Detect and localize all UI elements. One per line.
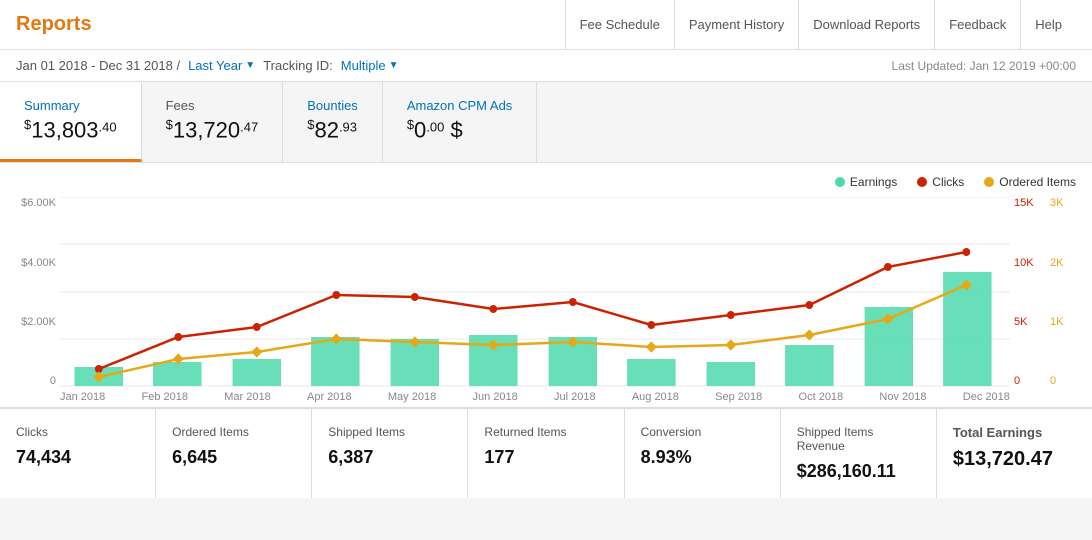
clicks-dot-icon	[917, 177, 927, 187]
stats-footer: Clicks 74,434 Ordered Items 6,645 Shippe…	[0, 408, 1092, 498]
stat-conversion-value: 8.93%	[641, 447, 764, 468]
tracking-arrow-icon: ▼	[389, 60, 399, 71]
stat-shipped-revenue-value: $286,160.11	[797, 461, 920, 482]
legend-clicks-label: Clicks	[932, 175, 964, 189]
y-right-1k: 1K	[1050, 316, 1076, 328]
x-mar: Mar 2018	[224, 391, 270, 403]
y-left-2k: $2.00K	[16, 316, 56, 328]
tab-amazon-cpm[interactable]: Amazon CPM Ads $0.00 $	[383, 82, 538, 162]
y-right-10k: 10K	[1014, 257, 1048, 269]
tab-bounties[interactable]: Bounties $82.93	[283, 82, 383, 162]
y-right-2k: 2K	[1050, 257, 1076, 269]
x-sep: Sep 2018	[715, 391, 762, 403]
x-feb: Feb 2018	[142, 391, 188, 403]
tab-summary-label: Summary	[24, 98, 117, 113]
stat-ordered-items-label: Ordered Items	[172, 425, 295, 439]
tab-fees[interactable]: Fees $13,720.47	[142, 82, 284, 162]
tab-fees-value: $13,720.47	[166, 117, 259, 143]
stat-returned-items-label: Returned Items	[484, 425, 607, 439]
stat-shipped-items-value: 6,387	[328, 447, 451, 468]
stat-shipped-revenue-label: Shipped Items Revenue	[797, 425, 920, 453]
nav-fee-schedule[interactable]: Fee Schedule	[565, 0, 674, 50]
y-left-6k: $6.00K	[16, 197, 56, 209]
stat-total-earnings: Total Earnings $13,720.47	[937, 409, 1092, 498]
legend-earnings: Earnings	[835, 175, 897, 189]
nav-help[interactable]: Help	[1020, 0, 1076, 50]
y-axis-right-clicks: 15K 10K 5K 0	[1010, 197, 1048, 407]
stat-shipped-revenue: Shipped Items Revenue $286,160.11	[781, 409, 937, 498]
x-aug: Aug 2018	[632, 391, 679, 403]
y-right-15k: 15K	[1014, 197, 1048, 209]
y-right-items-0: 0	[1050, 375, 1076, 387]
ordered-items-dot-icon	[984, 177, 994, 187]
x-oct: Oct 2018	[799, 391, 844, 403]
x-dec: Dec 2018	[963, 391, 1010, 403]
subheader-left: Jan 01 2018 - Dec 31 2018 / Last Year ▼ …	[16, 58, 398, 73]
tab-fees-label: Fees	[166, 98, 259, 113]
stat-total-earnings-label: Total Earnings	[953, 425, 1076, 440]
chart-container: Jan 2018 Feb 2018 Mar 2018 Apr 2018 May …	[60, 197, 1010, 407]
tab-summary[interactable]: Summary $13,803.40	[0, 82, 142, 162]
stat-returned-items-value: 177	[484, 447, 607, 468]
stat-shipped-items-label: Shipped Items	[328, 425, 451, 439]
legend-ordered-items-label: Ordered Items	[999, 175, 1076, 189]
y-left-0: 0	[16, 375, 56, 387]
y-axis-left: $6.00K $4.00K $2.00K 0	[16, 197, 60, 407]
period-selector[interactable]: Last Year ▼	[188, 58, 255, 73]
stat-clicks: Clicks 74,434	[0, 409, 156, 498]
x-nov: Nov 2018	[879, 391, 926, 403]
stat-conversion-label: Conversion	[641, 425, 764, 439]
y-left-4k: $4.00K	[16, 257, 56, 269]
x-axis-labels: Jan 2018 Feb 2018 Mar 2018 Apr 2018 May …	[60, 387, 1010, 407]
stat-total-earnings-value: $13,720.47	[953, 448, 1076, 471]
legend-clicks: Clicks	[917, 175, 964, 189]
tab-bounties-value: $82.93	[307, 117, 358, 143]
y-right-3k: 3K	[1050, 197, 1076, 209]
period-label: Last Year	[188, 58, 242, 73]
period-arrow-icon: ▼	[245, 60, 255, 71]
tab-amazon-cpm-label: Amazon CPM Ads	[407, 98, 513, 113]
earnings-dot-icon	[835, 177, 845, 187]
tracking-label: Tracking ID:	[263, 58, 333, 73]
stat-ordered-items-value: 6,645	[172, 447, 295, 468]
date-range: Jan 01 2018 - Dec 31 2018 /	[16, 58, 180, 73]
nav-payment-history[interactable]: Payment History	[674, 0, 798, 50]
legend-earnings-label: Earnings	[850, 175, 897, 189]
stat-ordered-items: Ordered Items 6,645	[156, 409, 312, 498]
stat-clicks-label: Clicks	[16, 425, 139, 439]
top-nav: Reports Fee Schedule Payment History Dow…	[0, 0, 1092, 50]
y-axis-right-items: 3K 2K 1K 0	[1048, 197, 1076, 407]
x-jul: Jul 2018	[554, 391, 596, 403]
tracking-value: Multiple	[341, 58, 386, 73]
x-apr: Apr 2018	[307, 391, 352, 403]
tab-bounties-label: Bounties	[307, 98, 358, 113]
stat-returned-items: Returned Items 177	[468, 409, 624, 498]
x-may: May 2018	[388, 391, 436, 403]
y-right-5k: 5K	[1014, 316, 1048, 328]
stat-clicks-value: 74,434	[16, 447, 139, 468]
chart-area: Earnings Clicks Ordered Items $6.00K $4.…	[0, 163, 1092, 408]
report-tabs: Summary $13,803.40 Fees $13,720.47 Bount…	[0, 82, 1092, 163]
x-jan: Jan 2018	[60, 391, 105, 403]
tab-summary-value: $13,803.40	[24, 117, 117, 143]
x-jun: Jun 2018	[472, 391, 517, 403]
subheader: Jan 01 2018 - Dec 31 2018 / Last Year ▼ …	[0, 50, 1092, 82]
nav-download-reports[interactable]: Download Reports	[798, 0, 934, 50]
last-updated: Last Updated: Jan 12 2019 +00:00	[892, 59, 1076, 73]
chart-legend: Earnings Clicks Ordered Items	[16, 175, 1076, 189]
legend-ordered-items: Ordered Items	[984, 175, 1076, 189]
stat-shipped-items: Shipped Items 6,387	[312, 409, 468, 498]
nav-feedback[interactable]: Feedback	[934, 0, 1020, 50]
tracking-selector[interactable]: Multiple ▼	[341, 58, 399, 73]
stat-conversion: Conversion 8.93%	[625, 409, 781, 498]
y-right-0: 0	[1014, 375, 1048, 387]
chart-svg	[60, 197, 1010, 387]
nav-links: Fee Schedule Payment History Download Re…	[565, 0, 1076, 50]
app-title: Reports	[16, 13, 565, 36]
tab-amazon-cpm-value: $0.00 $	[407, 117, 513, 143]
